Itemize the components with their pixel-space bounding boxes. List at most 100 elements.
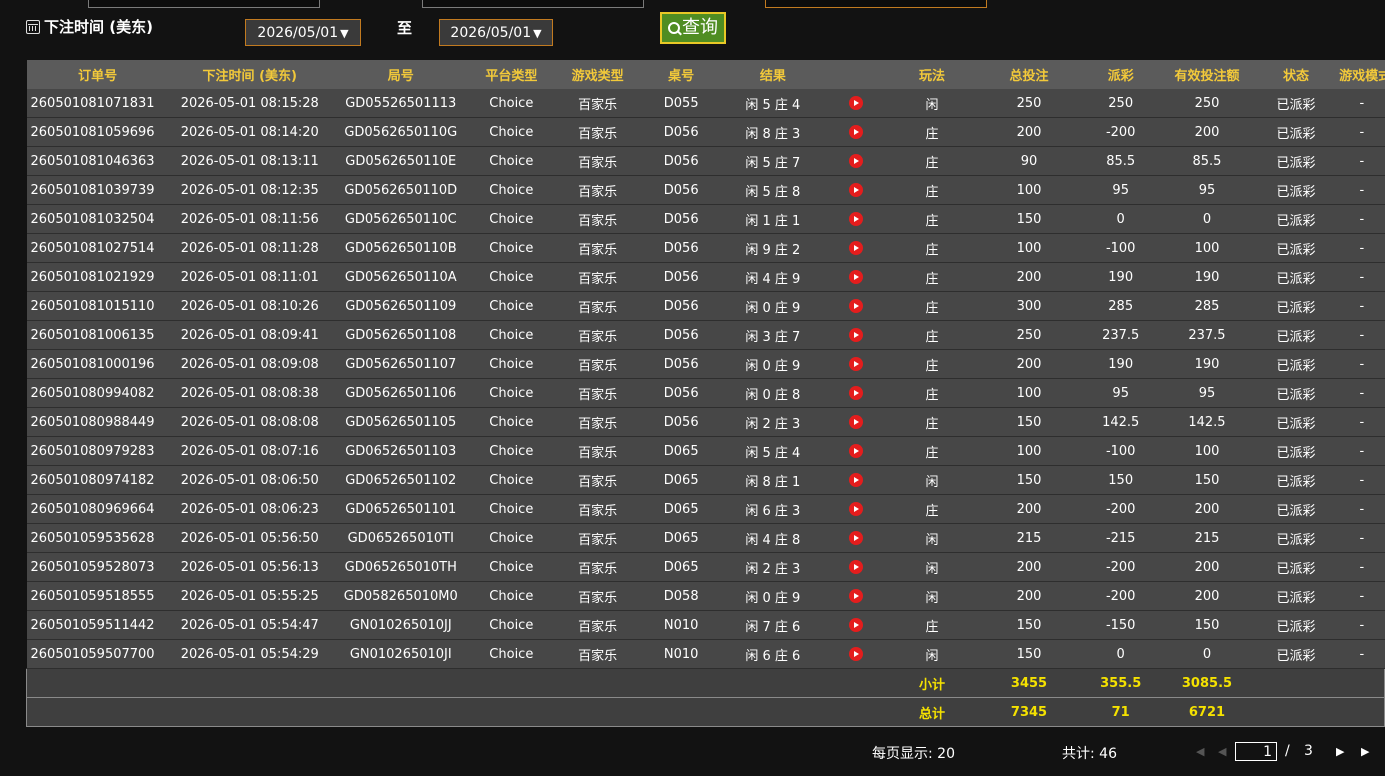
result-cell: 闲 0 庄 9 — [718, 291, 827, 321]
end-date-select[interactable]: 2026/05/01 ▼ — [439, 19, 553, 46]
game-mode-cell: - — [1339, 320, 1385, 350]
play-replay-icon[interactable] — [849, 415, 864, 429]
payout-cell: 142.5 — [1080, 407, 1162, 437]
play-replay-icon[interactable] — [849, 125, 864, 139]
play-replay-icon[interactable] — [849, 328, 864, 342]
total-spacer — [1252, 697, 1385, 727]
play-replay-icon[interactable] — [849, 473, 864, 487]
table-no-cell: D065 — [643, 494, 719, 524]
table-row[interactable]: 260501059528073 2026-05-01 05:56:13 GD0652… — [26, 552, 1385, 582]
top-input-stub[interactable] — [765, 0, 987, 8]
page-number-input[interactable]: 1 — [1235, 742, 1277, 761]
table-row[interactable]: 260501080988449 2026-05-01 08:08:08 GD0562… — [26, 407, 1385, 437]
start-date-select[interactable]: 2026/05/01 ▼ — [245, 19, 361, 46]
replay-cell — [826, 89, 887, 118]
result-cell: 闲 5 庄 4 — [718, 89, 827, 118]
query-button[interactable]: 查询 — [660, 12, 726, 44]
order-id-cell: 260501081015110 — [26, 291, 169, 321]
total-bet-cell: 150 — [977, 204, 1081, 234]
top-input-stub[interactable] — [88, 0, 320, 8]
total-total-bet: 7345 — [977, 697, 1081, 727]
status-cell: 已派彩 — [1252, 610, 1340, 640]
play-replay-icon[interactable] — [849, 560, 864, 574]
bet-time-cell: 2026-05-01 05:56:50 — [168, 523, 331, 553]
round-id-cell: GD05626501109 — [330, 291, 471, 321]
play-replay-icon[interactable] — [849, 212, 864, 226]
next-page-icon[interactable]: ▶ — [1336, 745, 1344, 758]
play-replay-icon[interactable] — [849, 531, 864, 545]
column-header: 局号 — [330, 60, 471, 89]
play-replay-icon[interactable] — [849, 299, 864, 313]
play-replay-icon[interactable] — [849, 96, 864, 110]
platform-cell: Choice — [470, 610, 552, 640]
top-input-stub[interactable] — [422, 0, 644, 8]
table-row[interactable]: 260501081059696 2026-05-01 08:14:20 GD0562… — [26, 117, 1385, 147]
play-replay-icon[interactable] — [849, 647, 864, 661]
table-no-cell: D056 — [643, 378, 719, 408]
valid-bet-cell: 285 — [1161, 291, 1253, 321]
table-row[interactable]: 260501080994082 2026-05-01 08:08:38 GD0562… — [26, 378, 1385, 408]
valid-bet-cell: 200 — [1161, 581, 1253, 611]
play-replay-icon[interactable] — [849, 386, 864, 400]
game-type-cell: 百家乐 — [551, 233, 644, 263]
play-replay-icon[interactable] — [849, 183, 864, 197]
prev-page-icon[interactable]: ◀ — [1218, 745, 1226, 758]
platform-cell: Choice — [470, 436, 552, 466]
order-id-cell: 260501081032504 — [26, 204, 169, 234]
game-mode-cell: - — [1339, 175, 1385, 205]
total-bet-cell: 200 — [977, 262, 1081, 292]
round-id-cell: GD058265010M0 — [330, 581, 471, 611]
last-page-icon[interactable]: ▶︎ — [1361, 745, 1369, 758]
table-row[interactable]: 260501081006135 2026-05-01 08:09:41 GD0562… — [26, 320, 1385, 350]
order-id-cell: 260501081006135 — [26, 320, 169, 350]
table-row[interactable]: 260501081046363 2026-05-01 08:13:11 GD0562… — [26, 146, 1385, 176]
total-bet-cell: 200 — [977, 494, 1081, 524]
table-no-cell: N010 — [643, 610, 719, 640]
play-cell: 庄 — [886, 407, 978, 437]
platform-cell: Choice — [470, 378, 552, 408]
play-replay-icon[interactable] — [849, 444, 864, 458]
payout-cell: -200 — [1080, 117, 1162, 147]
subtotal-payout: 355.5 — [1080, 668, 1162, 698]
valid-bet-cell: 95 — [1161, 378, 1253, 408]
play-replay-icon[interactable] — [849, 357, 864, 371]
round-id-cell: GN010265010JJ — [330, 610, 471, 640]
table-row[interactable]: 260501059507700 2026-05-01 05:54:29 GN0102… — [26, 639, 1385, 669]
table-row[interactable]: 260501081071831 2026-05-01 08:15:28 GD0552… — [26, 89, 1385, 118]
play-replay-icon[interactable] — [849, 589, 864, 603]
table-row[interactable]: 260501059511442 2026-05-01 05:54:47 GN0102… — [26, 610, 1385, 640]
table-row[interactable]: 260501080974182 2026-05-01 08:06:50 GD0652… — [26, 465, 1385, 495]
play-cell: 庄 — [886, 378, 978, 408]
table-row[interactable]: 260501081015110 2026-05-01 08:10:26 GD0562… — [26, 291, 1385, 321]
subtotal-label: 小计 — [886, 668, 978, 698]
order-id-cell: 260501080969664 — [26, 494, 169, 524]
table-row[interactable]: 260501081039739 2026-05-01 08:12:35 GD0562… — [26, 175, 1385, 205]
play-replay-icon[interactable] — [849, 270, 864, 284]
play-replay-icon[interactable] — [849, 154, 864, 168]
bet-time-cell: 2026-05-01 08:15:28 — [168, 89, 331, 118]
table-row[interactable]: 260501080969664 2026-05-01 08:06:23 GD0652… — [26, 494, 1385, 524]
table-row[interactable]: 260501059518555 2026-05-01 05:55:25 GD0582… — [26, 581, 1385, 611]
play-cell: 庄 — [886, 146, 978, 176]
play-replay-icon[interactable] — [849, 502, 864, 516]
table-row[interactable]: 260501081027514 2026-05-01 08:11:28 GD0562… — [26, 233, 1385, 263]
result-cell: 闲 5 庄 4 — [718, 436, 827, 466]
replay-cell — [826, 320, 887, 350]
game-mode-cell: - — [1339, 639, 1385, 669]
table-row[interactable]: 260501081000196 2026-05-01 08:09:08 GD0562… — [26, 349, 1385, 379]
play-replay-icon[interactable] — [849, 241, 864, 255]
round-id-cell: GD05626501108 — [330, 320, 471, 350]
status-cell: 已派彩 — [1252, 581, 1340, 611]
round-id-cell: GD065265010TH — [330, 552, 471, 582]
first-page-icon[interactable]: ◀︎ — [1196, 745, 1204, 758]
table-row[interactable]: 260501081021929 2026-05-01 08:11:01 GD0562… — [26, 262, 1385, 292]
platform-cell: Choice — [470, 146, 552, 176]
round-id-cell: GD065265010TI — [330, 523, 471, 553]
play-replay-icon[interactable] — [849, 618, 864, 632]
table-row[interactable]: 260501081032504 2026-05-01 08:11:56 GD0562… — [26, 204, 1385, 234]
column-header — [826, 60, 887, 89]
table-row[interactable]: 260501080979283 2026-05-01 08:07:16 GD0652… — [26, 436, 1385, 466]
game-type-cell: 百家乐 — [551, 89, 644, 118]
table-row[interactable]: 260501059535628 2026-05-01 05:56:50 GD0652… — [26, 523, 1385, 553]
total-bet-cell: 250 — [977, 89, 1081, 118]
